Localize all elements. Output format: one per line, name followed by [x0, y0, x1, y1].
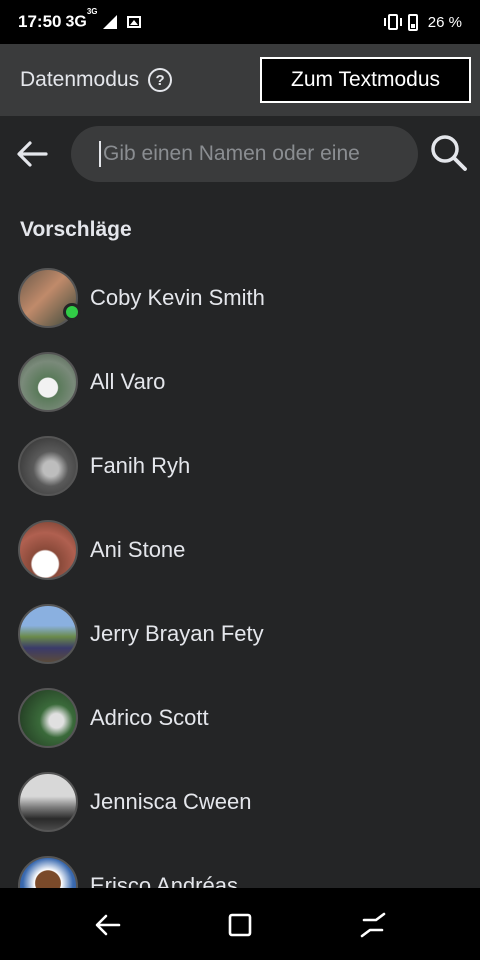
navigation-bar: [0, 888, 480, 960]
network-type: 3G3G: [65, 6, 98, 31]
text-mode-button[interactable]: Zum Textmodus: [260, 57, 471, 103]
nav-home-icon[interactable]: [225, 910, 255, 940]
battery-icon: [407, 13, 418, 31]
suggestions-title: Vorschläge: [20, 218, 132, 241]
help-icon[interactable]: ?: [148, 68, 173, 92]
contact-name: Jerry Brayan Fety: [90, 621, 264, 646]
list-item[interactable]: Adrico Scott: [0, 676, 480, 760]
contact-name: All Varo: [90, 369, 166, 394]
avatar: [18, 352, 78, 412]
vibrate-icon: [383, 14, 402, 30]
online-status-dot: [63, 303, 81, 321]
contact-name: Fanih Ryh: [90, 453, 191, 478]
contact-name: Adrico Scott: [90, 705, 209, 730]
header: Datenmodus ? Zum Textmodus: [0, 44, 480, 116]
contact-name: Ani Stone: [90, 537, 186, 562]
list-item[interactable]: Fanih Ryh: [0, 424, 480, 508]
avatar: [18, 520, 78, 580]
image-notification-icon: [126, 16, 141, 28]
search-icon[interactable]: [430, 134, 468, 172]
signal-icon: [102, 15, 117, 29]
nav-recent-icon[interactable]: [358, 910, 388, 940]
search-input[interactable]: Gib einen Namen oder eine: [71, 126, 418, 182]
list-item[interactable]: Jennisca Cween: [0, 760, 480, 844]
list-item[interactable]: Coby Kevin Smith: [0, 256, 480, 340]
avatar: [18, 688, 78, 748]
battery-level: 26 %: [427, 13, 462, 31]
search-placeholder: Gib einen Namen oder eine: [103, 142, 360, 165]
text-cursor: [99, 141, 101, 167]
contact-name: Coby Kevin Smith: [90, 285, 265, 310]
list-item[interactable]: Jerry Brayan Fety: [0, 592, 480, 676]
avatar: [18, 604, 78, 664]
contact-name: Jennisca Cween: [90, 789, 252, 814]
back-arrow-icon[interactable]: [16, 140, 48, 168]
avatar: [18, 772, 78, 832]
search-row: Gib einen Namen oder eine: [0, 116, 480, 192]
list-item[interactable]: Ani Stone: [0, 508, 480, 592]
list-item[interactable]: All Varo: [0, 340, 480, 424]
nav-back-icon[interactable]: [93, 910, 123, 940]
avatar: [18, 436, 78, 496]
page-title: Datenmodus: [20, 68, 140, 91]
status-bar: 17:50 3G3G 26 %: [0, 0, 480, 44]
status-time: 17:50: [18, 12, 62, 31]
